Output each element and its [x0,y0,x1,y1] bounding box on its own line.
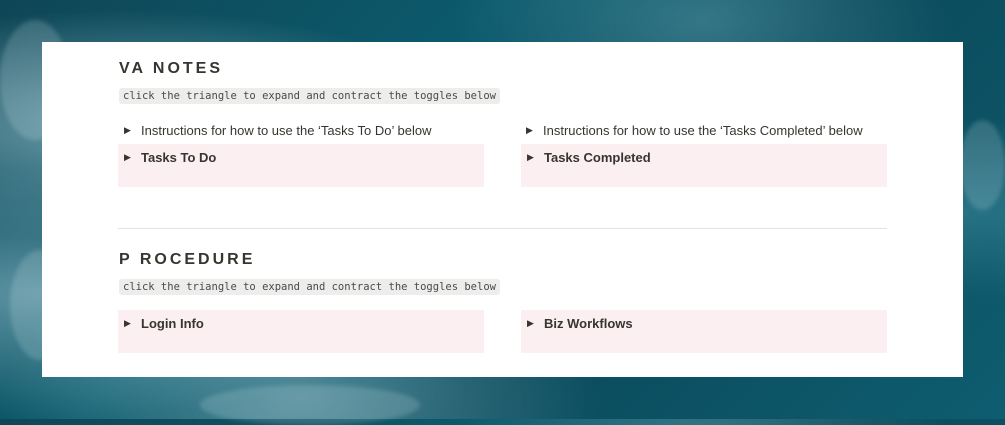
toggle-instructions-tasks-completed[interactable]: ▶ Instructions for how to use the ‘Tasks… [526,123,863,138]
toggle-label: Tasks Completed [544,150,651,165]
toggle-label: Biz Workflows [544,316,633,331]
toggle-tasks-completed[interactable]: ▶ Tasks Completed [527,150,651,165]
triangle-right-icon[interactable]: ▶ [124,125,141,136]
procedure-hint: click the triangle to expand and contrac… [119,279,500,295]
toggle-label: Instructions for how to use the ‘Tasks T… [141,123,432,138]
toggle-tasks-to-do[interactable]: ▶ Tasks To Do [124,150,216,165]
toggle-label: Login Info [141,316,204,331]
va-notes-heading: VA NOTES [119,60,224,77]
triangle-right-icon[interactable]: ▶ [124,152,141,163]
toggle-label: Instructions for how to use the ‘Tasks C… [543,123,863,138]
triangle-right-icon[interactable]: ▶ [526,125,543,136]
callout-biz-workflows: ▶ Biz Workflows [521,310,887,353]
notes-page-card: VA NOTES click the triangle to expand an… [42,42,963,377]
section-divider [118,228,887,229]
procedure-heading: P ROCEDURE [119,251,256,268]
toggle-login-info[interactable]: ▶ Login Info [124,316,204,331]
triangle-right-icon[interactable]: ▶ [527,152,544,163]
callout-login-info: ▶ Login Info [118,310,484,353]
callout-tasks-completed: ▶ Tasks Completed [521,144,887,187]
triangle-right-icon[interactable]: ▶ [124,318,141,329]
toggle-biz-workflows[interactable]: ▶ Biz Workflows [527,316,633,331]
va-notes-hint: click the triangle to expand and contrac… [119,88,500,104]
toggle-instructions-tasks-to-do[interactable]: ▶ Instructions for how to use the ‘Tasks… [124,123,431,138]
callout-tasks-to-do: ▶ Tasks To Do [118,144,484,187]
background-foam [200,385,420,425]
triangle-right-icon[interactable]: ▶ [527,318,544,329]
toggle-label: Tasks To Do [141,150,217,165]
background-foam [960,120,1005,210]
